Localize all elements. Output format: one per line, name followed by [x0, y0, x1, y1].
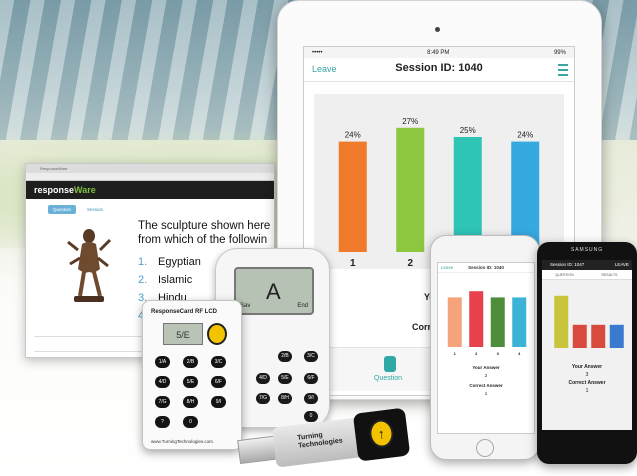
app-header: responseWare	[26, 181, 274, 199]
key-9i[interactable]: 9/I	[211, 396, 226, 408]
question-icon[interactable]	[384, 356, 396, 372]
key-9i[interactable]: 9/I	[304, 393, 318, 404]
statue-image	[67, 229, 112, 302]
bar-1	[554, 295, 569, 348]
key-8h[interactable]: 8/H	[183, 396, 198, 408]
category-label-1: 1	[350, 258, 356, 269]
key-help[interactable]: ?	[155, 416, 170, 428]
iphone-device: Leave Session ID: 1040 1234 Your Answer …	[430, 235, 540, 460]
tab-session[interactable]: Session	[82, 205, 108, 214]
bar-2	[572, 324, 587, 348]
android-nav: Session ID: 1047 LEAVE	[542, 260, 632, 270]
your-answer-value: 3	[585, 372, 589, 378]
card-url: www.TurningTechnologies.com	[151, 439, 213, 444]
data-label-4: 24%	[517, 131, 533, 140]
signal-indicator: •••••	[312, 49, 323, 56]
key-5e[interactable]: 5/E	[278, 373, 292, 384]
question-text: The sculpture shown here from which of t…	[138, 220, 271, 246]
session-title: Session ID: 1040	[468, 265, 504, 270]
turning-logo-icon	[207, 323, 227, 345]
iphone-bar-chart: 1 2 3 4	[447, 291, 527, 356]
tab-bar: Question Session	[26, 199, 274, 214]
data-label-1: 24%	[345, 131, 361, 140]
correct-answer-value: 1	[585, 388, 589, 394]
camera-dot	[435, 27, 440, 32]
your-answer-label: Your Answer	[571, 364, 603, 370]
key-1a[interactable]: 1/A	[155, 356, 170, 368]
tab-question[interactable]: QUESTION	[542, 270, 587, 279]
key-3c[interactable]: 3/C	[304, 351, 318, 362]
android-tabs: QUESTION RESULTS	[542, 270, 632, 280]
responseware-logo: responseWare	[34, 185, 96, 195]
key-6f[interactable]: 6/F	[211, 376, 226, 388]
status-bar: ••••• 8:49 PM 99%	[304, 47, 574, 58]
category-label-4: 4	[518, 351, 521, 356]
android-bar-chart	[554, 295, 624, 348]
data-label-2: 27%	[402, 117, 418, 126]
key-2b[interactable]: 2/B	[183, 356, 198, 368]
bar-4	[609, 324, 624, 348]
correct-answer-label: Correct Answer	[568, 380, 606, 386]
category-label-2: 2	[475, 351, 478, 356]
option-1[interactable]: 1. Egyptian	[138, 256, 201, 274]
question-tab-label[interactable]: Question	[374, 375, 402, 382]
responsecard-clicker: ResponseCard RF LCD 5/E 1/A 2/B 3/C 4/D …	[142, 300, 242, 450]
battery-level: 99%	[553, 49, 566, 56]
address-bar[interactable]	[26, 173, 274, 181]
key-6f[interactable]: 6/F	[304, 373, 318, 384]
iphone-nav: Leave Session ID: 1040	[438, 263, 534, 273]
iphone-screen: Leave Session ID: 1040 1234 Your Answer …	[437, 262, 535, 434]
key-4d[interactable]: 4/D	[155, 376, 170, 388]
option-2[interactable]: 2. Islamic	[138, 274, 201, 292]
card-lcd: 5/E	[163, 323, 203, 345]
data-label-3: 25%	[460, 126, 476, 135]
session-title: Session ID: 1040	[395, 62, 483, 74]
key-4d[interactable]: 4/D	[256, 373, 270, 384]
key-0[interactable]: 0	[183, 416, 198, 428]
tab-results[interactable]: RESULTS	[587, 270, 632, 279]
bar-2	[469, 291, 484, 347]
correct-answer-value: 1	[484, 391, 488, 396]
clock: 8:49 PM	[427, 49, 450, 56]
key-7g[interactable]: 7/G	[256, 393, 270, 404]
home-button[interactable]	[476, 439, 494, 457]
key-2b[interactable]: 2/B	[278, 351, 292, 362]
clicker-lcd: A Sav End	[234, 267, 314, 315]
your-answer-value: 2	[484, 373, 488, 378]
correct-answer-label: Correct Answer	[469, 383, 503, 388]
android-screen: Session ID: 1047 LEAVE QUESTION RESULTS …	[542, 260, 632, 430]
tab-question[interactable]: Question	[48, 205, 77, 214]
category-label-2: 2	[407, 258, 413, 269]
category-label-1: 1	[454, 351, 457, 356]
key-3c[interactable]: 3/C	[211, 356, 226, 368]
your-answer-label: Your Answer	[472, 365, 500, 370]
bar-1	[338, 141, 367, 252]
session-title: Session ID: 1047	[550, 262, 585, 267]
menu-icon[interactable]	[554, 64, 568, 76]
browser-tab[interactable]: ResponseWare	[26, 164, 274, 173]
leave-button[interactable]: LEAVE	[615, 262, 629, 267]
card-title: ResponseCard RF LCD	[151, 309, 218, 315]
key-5e[interactable]: 5/E	[183, 376, 198, 388]
key-7g[interactable]: 7/G	[155, 396, 170, 408]
bar-4	[512, 297, 527, 347]
bar-1	[447, 297, 462, 347]
bar-3	[490, 297, 505, 347]
bar-2	[396, 127, 425, 252]
android-device: SAMSUNG Session ID: 1047 LEAVE QUESTION …	[537, 242, 637, 464]
nav-bar: Leave Session ID: 1040	[304, 58, 574, 82]
bar-3	[591, 324, 606, 348]
product-collage: ResponseWare responseWare Question Sessi…	[0, 0, 637, 476]
samsung-brand: SAMSUNG	[570, 247, 604, 253]
category-label-3: 3	[497, 351, 500, 356]
key-8h[interactable]: 8/H	[278, 393, 292, 404]
